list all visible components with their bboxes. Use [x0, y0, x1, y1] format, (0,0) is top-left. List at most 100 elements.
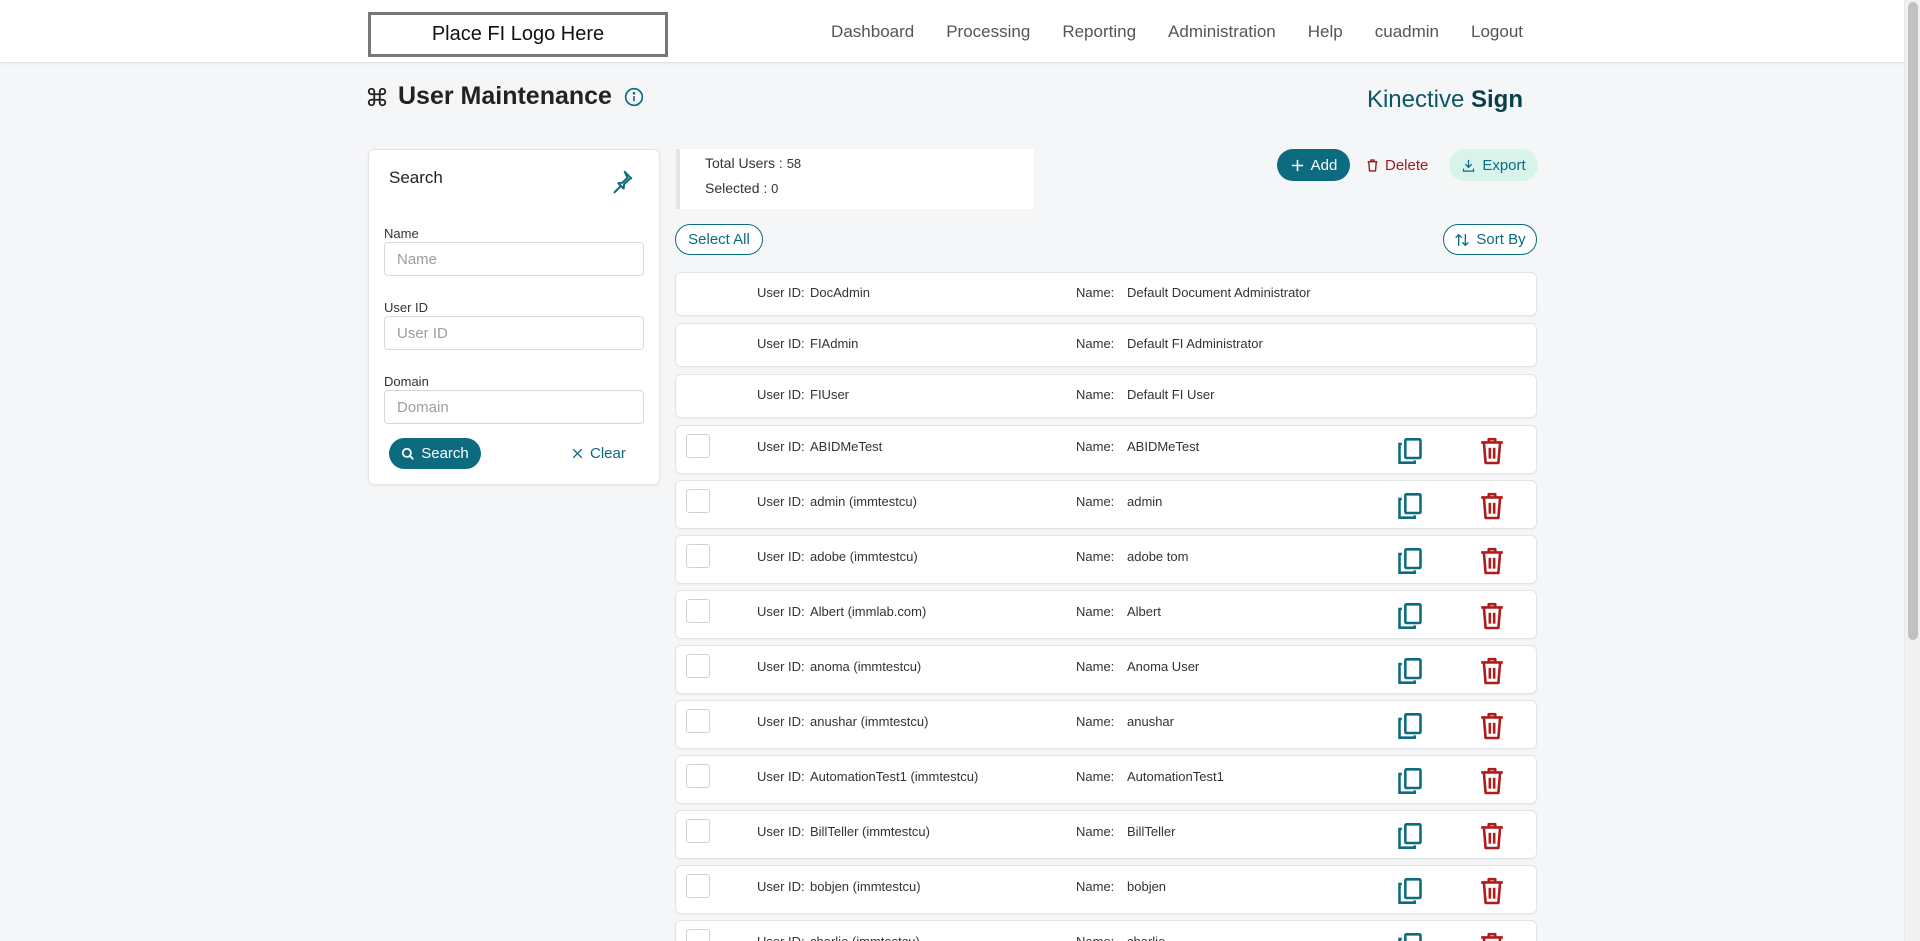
info-icon[interactable]: [624, 87, 644, 107]
copy-icon[interactable]: [1396, 932, 1424, 941]
trash-icon[interactable]: [1479, 602, 1505, 630]
row-checkbox[interactable]: [686, 434, 710, 458]
command-icon: [367, 87, 387, 106]
user-name-value: bobjen: [1127, 879, 1167, 894]
total-users-label: Total Users :: [705, 155, 783, 171]
user-row[interactable]: User ID: AutomationTest1 (immtestcu) Name:…: [675, 755, 1537, 804]
trash-icon[interactable]: [1479, 877, 1505, 905]
copy-icon[interactable]: [1396, 877, 1424, 905]
user-row[interactable]: User ID: bobjen (immtestcu) Name: bobjen: [675, 865, 1537, 914]
user-name-label: Name:: [1076, 494, 1115, 509]
row-checkbox[interactable]: [686, 599, 710, 623]
copy-icon[interactable]: [1396, 712, 1424, 740]
brand-light: Kinective: [1366, 86, 1465, 113]
trash-icon[interactable]: [1479, 657, 1505, 685]
userid-field-label: User ID: [384, 300, 429, 315]
user-row[interactable]: User ID: Albert (immlab.com) Name: Albert: [675, 590, 1537, 639]
user-id-label: User ID:: [757, 879, 805, 894]
nav-reporting[interactable]: Reporting: [1062, 22, 1136, 42]
system-user-row[interactable]: User ID: DocAdmin Name: Default Document Ad…: [675, 272, 1537, 316]
add-user-button[interactable]: Add: [1277, 149, 1350, 181]
row-checkbox[interactable]: [686, 874, 710, 898]
user-id-label: User ID:: [757, 336, 805, 351]
row-checkbox[interactable]: [686, 709, 710, 733]
user-id-value: AutomationTest1 (immtestcu): [810, 769, 979, 784]
trash-icon[interactable]: [1479, 437, 1505, 465]
user-id-value: FIUser: [810, 387, 849, 402]
main-nav: Dashboard Processing Reporting Administr…: [831, 0, 1523, 63]
download-icon: [1463, 159, 1475, 172]
fi-logo-placeholder[interactable]: Place FI Logo Here: [368, 12, 668, 57]
sort-by-button[interactable]: Sort By: [1443, 224, 1537, 255]
user-row[interactable]: User ID: adobe (immtestcu) Name: adobe tom: [675, 535, 1537, 584]
user-id-label: User ID:: [757, 934, 805, 941]
brand-bold: Sign: [1471, 86, 1523, 113]
trash-icon[interactable]: [1479, 767, 1505, 795]
nav-user-account[interactable]: cuadmin: [1375, 22, 1439, 42]
nav-dashboard[interactable]: Dashboard: [831, 22, 914, 42]
trash-icon[interactable]: [1479, 492, 1505, 520]
page-scrollbar[interactable]: [1904, 0, 1920, 941]
nav-processing[interactable]: Processing: [946, 22, 1030, 42]
name-field[interactable]: [384, 242, 644, 276]
plus-icon: [1291, 159, 1303, 171]
copy-icon[interactable]: [1396, 767, 1424, 795]
copy-icon[interactable]: [1396, 822, 1424, 850]
row-checkbox[interactable]: [686, 929, 710, 941]
user-id-label: User ID:: [757, 387, 805, 402]
delete-button-label: Delete: [1385, 156, 1429, 174]
user-name-value: adobe tom: [1127, 549, 1189, 564]
row-checkbox[interactable]: [686, 654, 710, 678]
user-name-value: admin: [1127, 494, 1163, 509]
trash-icon[interactable]: [1479, 822, 1505, 850]
export-button[interactable]: Export: [1449, 149, 1538, 181]
nav-administration[interactable]: Administration: [1168, 22, 1276, 42]
user-id-value: Albert (immlab.com): [810, 604, 927, 619]
user-id-label: User ID:: [757, 285, 805, 300]
clear-button[interactable]: Clear: [571, 438, 626, 469]
copy-icon[interactable]: [1396, 547, 1424, 575]
trash-icon[interactable]: [1479, 547, 1505, 575]
row-checkbox[interactable]: [686, 544, 710, 568]
trash-icon[interactable]: [1479, 712, 1505, 740]
user-row[interactable]: User ID: admin (immtestcu) Name: admin: [675, 480, 1537, 529]
user-row[interactable]: User ID: charlie (immtestcu) Name: charlie: [675, 920, 1537, 941]
pin-icon[interactable]: [609, 168, 635, 194]
domain-field[interactable]: [384, 390, 644, 424]
system-user-row[interactable]: User ID: FIAdmin Name: Default FI Administr…: [675, 323, 1537, 367]
user-row[interactable]: User ID: anoma (immtestcu) Name: Anoma User: [675, 645, 1537, 694]
row-checkbox[interactable]: [686, 764, 710, 788]
user-name-label: Name:: [1076, 714, 1115, 729]
user-row[interactable]: User ID: ABIDMeTest Name: ABIDMeTest: [675, 425, 1537, 474]
select-all-button[interactable]: Select All: [675, 224, 763, 255]
clear-button-label: Clear: [590, 445, 626, 462]
system-user-row[interactable]: User ID: FIUser Name: Default FI User: [675, 374, 1537, 418]
copy-icon[interactable]: [1396, 437, 1424, 465]
scrollbar-thumb[interactable]: [1908, 2, 1918, 640]
user-row[interactable]: User ID: BillTeller (immtestcu) Name: BillT…: [675, 810, 1537, 859]
nav-help[interactable]: Help: [1308, 22, 1343, 42]
trash-icon[interactable]: [1479, 932, 1505, 941]
user-id-value: anushar (immtestcu): [810, 714, 929, 729]
nav-logout[interactable]: Logout: [1471, 22, 1523, 42]
user-name-value: ABIDMeTest: [1127, 439, 1200, 454]
user-row[interactable]: User ID: anushar (immtestcu) Name: anushar: [675, 700, 1537, 749]
user-id-value: DocAdmin: [810, 285, 870, 300]
row-checkbox[interactable]: [686, 489, 710, 513]
user-id-value: FIAdmin: [810, 336, 859, 351]
domain-field-label: Domain: [384, 374, 429, 389]
search-button-label: Search: [421, 445, 469, 462]
selected-users-value: 0: [771, 181, 779, 196]
delete-users-button[interactable]: Delete: [1366, 149, 1428, 181]
page-title-text: User Maintenance: [398, 82, 612, 110]
user-summary: Total Users : 58 Selected : 0: [676, 149, 1034, 209]
total-users: Total Users : 58: [705, 155, 801, 171]
user-name-value: Default FI User: [1127, 387, 1215, 402]
search-button[interactable]: Search: [389, 438, 481, 469]
copy-icon[interactable]: [1396, 492, 1424, 520]
copy-icon[interactable]: [1396, 602, 1424, 630]
row-checkbox[interactable]: [686, 819, 710, 843]
userid-field[interactable]: [384, 316, 644, 350]
close-icon: [572, 448, 583, 459]
copy-icon[interactable]: [1396, 657, 1424, 685]
